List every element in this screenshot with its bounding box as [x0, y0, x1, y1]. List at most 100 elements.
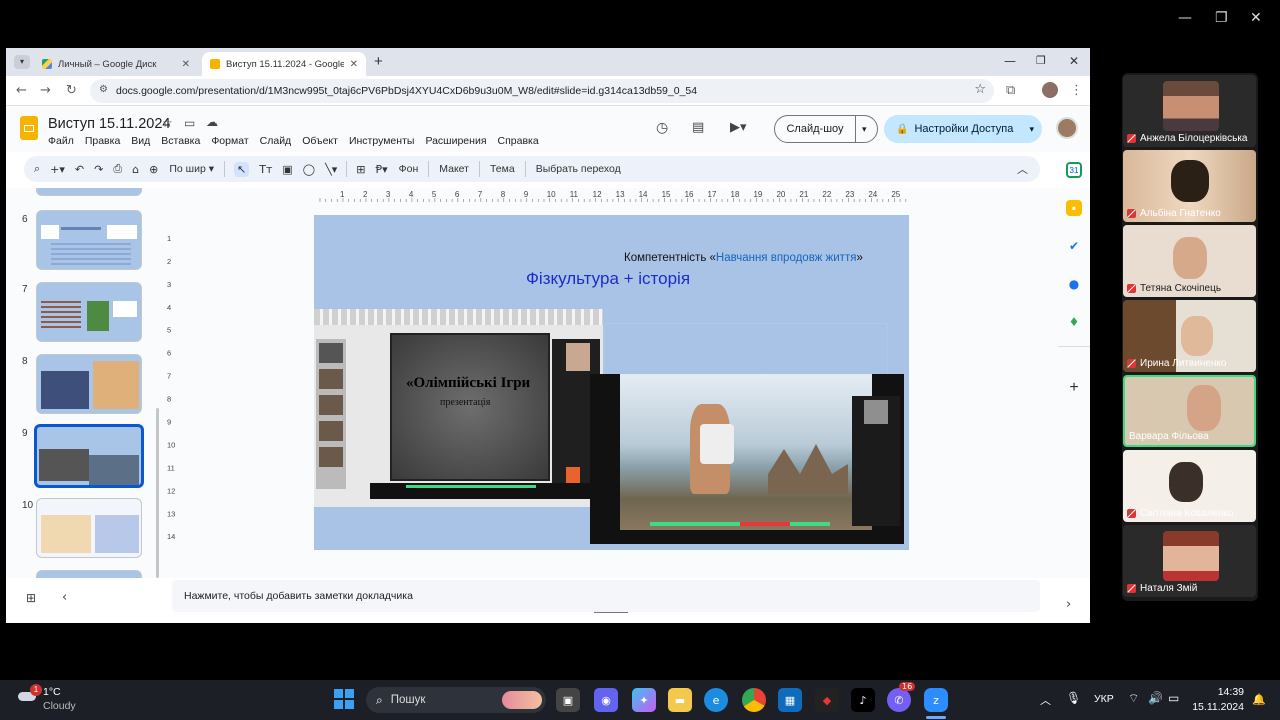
language-indicator[interactable]: УКР [1094, 693, 1114, 705]
participant-tile[interactable]: Тетяна Скочіпець [1123, 225, 1256, 297]
wifi-icon[interactable]: ⌔ [1128, 691, 1139, 706]
document-title[interactable]: Виступ 15.11.2024 [48, 116, 170, 132]
background-button[interactable]: Фон [399, 163, 419, 175]
slide-thumbnail[interactable] [36, 188, 142, 196]
bookmark-star-icon[interactable]: ☆ [974, 82, 986, 97]
profile-avatar[interactable] [1042, 82, 1058, 98]
slides-logo-icon[interactable] [20, 116, 38, 140]
slide-thumbnail[interactable] [36, 282, 142, 342]
redo-icon[interactable]: ↷ [94, 163, 103, 176]
tasks-icon[interactable]: ✔ [1066, 238, 1082, 254]
menu-extensions[interactable]: Расширения [425, 135, 486, 147]
slide-thumbnail[interactable] [36, 570, 142, 578]
participant-tile[interactable]: Альбіна Гнатенко [1123, 150, 1256, 222]
tab-search-button[interactable]: ▾ [14, 55, 30, 69]
contacts-icon[interactable]: ● [1066, 276, 1082, 292]
tab-google-drive[interactable]: Личный – Google Диск ✕ [34, 52, 198, 76]
weather-cloud-icon[interactable]: 1 [16, 684, 42, 702]
show-hidden-icons[interactable]: ︿ [1040, 692, 1051, 708]
menu-help[interactable]: Справка [498, 135, 539, 147]
close-tab-icon[interactable]: ✕ [182, 59, 190, 70]
clock-date[interactable]: 15.11.2024 [1190, 701, 1244, 713]
share-button[interactable]: 🔒 Настройки Доступа ▾ [884, 115, 1042, 143]
collapse-filmstrip-icon[interactable]: ‹ [62, 590, 67, 605]
filmstrip-scrollbar[interactable] [156, 408, 159, 578]
site-info-icon[interactable]: ⚙ [99, 84, 108, 95]
search-menus-icon[interactable]: ⌕ [34, 162, 40, 176]
slide-thumbnail-selected[interactable] [34, 424, 144, 488]
menu-view[interactable]: Вид [131, 135, 150, 147]
speaker-notes[interactable]: Нажмите, чтобы добавить заметки докладчи… [172, 580, 1040, 612]
shape-icon[interactable]: ◯ [303, 163, 315, 176]
participant-tile[interactable]: Наталя Змій [1123, 525, 1256, 597]
volume-icon[interactable]: 🔊 [1148, 691, 1163, 705]
expand-side-panel-icon[interactable]: › [1066, 597, 1071, 612]
current-slide[interactable]: Компетентність «Навчання впродовж життя»… [314, 215, 909, 550]
reload-icon[interactable]: ↻ [66, 83, 77, 98]
weather-desc[interactable]: Cloudy [43, 700, 76, 712]
participant-tile-active-speaker[interactable]: Варвара Фільова [1123, 375, 1256, 447]
select-cursor-icon[interactable]: ↖ [234, 161, 250, 177]
close-button[interactable]: ✕ [1250, 10, 1262, 26]
tab-slides[interactable]: Виступ 15.11.2024 - Google Пр ✕ [202, 52, 366, 76]
slide-thumbnail[interactable] [36, 498, 142, 558]
taskbar-search[interactable]: ⌕ Пошук [366, 687, 546, 713]
slide-thumbnail[interactable] [36, 354, 142, 414]
zoom-icon[interactable]: ⊕ [149, 163, 158, 176]
text-box-icon[interactable]: Tт [259, 163, 272, 176]
chrome-icon[interactable] [742, 688, 766, 712]
participant-tile[interactable]: Світлана Коваленко [1123, 450, 1256, 522]
chat-app-icon[interactable]: ◉ [594, 688, 618, 712]
browser-minimize-button[interactable]: — [1004, 54, 1016, 68]
close-tab-icon[interactable]: ✕ [350, 59, 358, 70]
menu-insert[interactable]: Вставка [161, 135, 200, 147]
image-icon[interactable]: ▣ [282, 163, 292, 176]
task-view-icon[interactable]: ▣ [556, 688, 580, 712]
version-history-icon[interactable]: ◷ [656, 120, 668, 136]
minimize-button[interactable]: — [1178, 10, 1192, 26]
battery-icon[interactable]: ▭ [1168, 691, 1179, 705]
clock-time[interactable]: 14:39 [1200, 686, 1244, 698]
maximize-button[interactable]: ❐ [1215, 10, 1228, 26]
menu-format[interactable]: Формат [211, 135, 248, 147]
new-tab-button[interactable]: + [374, 53, 383, 70]
theme-button[interactable]: Тема [490, 163, 515, 175]
menu-edit[interactable]: Правка [85, 135, 120, 147]
account-avatar[interactable] [1056, 117, 1078, 139]
windows-start-icon[interactable] [334, 689, 354, 709]
embedded-screenshot-presentation[interactable]: «Олімпійські Ігри презентація [314, 309, 603, 507]
cloud-status-icon[interactable]: ☁ [206, 115, 218, 129]
collapse-toolbar-icon[interactable]: ︿ [1017, 161, 1028, 177]
browser-close-button[interactable]: ✕ [1069, 54, 1079, 68]
maps-icon[interactable]: ♦ [1066, 314, 1082, 330]
store-icon[interactable]: ▦ [778, 688, 802, 712]
transition-button[interactable]: Выбрать переход [536, 163, 621, 175]
participant-tile[interactable]: Ирина Литвиненко [1123, 300, 1256, 372]
menu-slide[interactable]: Слайд [260, 135, 292, 147]
zoom-select[interactable]: По шир ▾ [169, 163, 214, 175]
back-icon[interactable]: ← [16, 83, 27, 98]
competence-text[interactable]: Компетентність «Навчання впродовж життя» [624, 252, 863, 264]
add-ons-plus-icon[interactable]: + [1066, 379, 1082, 396]
pen-tool-icon[interactable]: Ᵽ▾ [375, 163, 387, 176]
comment-add-icon[interactable]: ⊞ [356, 163, 365, 176]
menu-file[interactable]: Файл [48, 135, 74, 147]
slideshow-dropdown-icon[interactable]: ▾ [862, 124, 867, 135]
print-icon[interactable]: ⎙ [113, 162, 122, 176]
forward-icon[interactable]: → [40, 83, 51, 98]
copilot-icon[interactable]: ✦ [632, 688, 656, 712]
browser-menu-icon[interactable]: ⋮ [1070, 83, 1083, 98]
share-dropdown-icon[interactable]: ▾ [1029, 124, 1034, 135]
file-explorer-icon[interactable]: ▬ [668, 688, 692, 712]
slide-thumbnail[interactable] [36, 210, 142, 270]
grid-view-icon[interactable]: ⊞ [26, 591, 36, 605]
participant-tile[interactable]: Анжела Білоцерківська [1123, 75, 1256, 147]
menu-object[interactable]: Объект [302, 135, 338, 147]
meet-camera-icon[interactable]: ▶▾ [730, 120, 747, 135]
line-icon[interactable]: ╲▾ [325, 163, 337, 176]
calendar-icon[interactable]: 31 [1066, 162, 1082, 178]
keep-icon[interactable]: ▪ [1066, 200, 1082, 216]
url-bar[interactable]: ⚙ docs.google.com/presentation/d/1M3ncw9… [90, 79, 994, 103]
new-slide-icon[interactable]: +▾ [50, 163, 65, 176]
layout-button[interactable]: Макет [439, 163, 469, 175]
